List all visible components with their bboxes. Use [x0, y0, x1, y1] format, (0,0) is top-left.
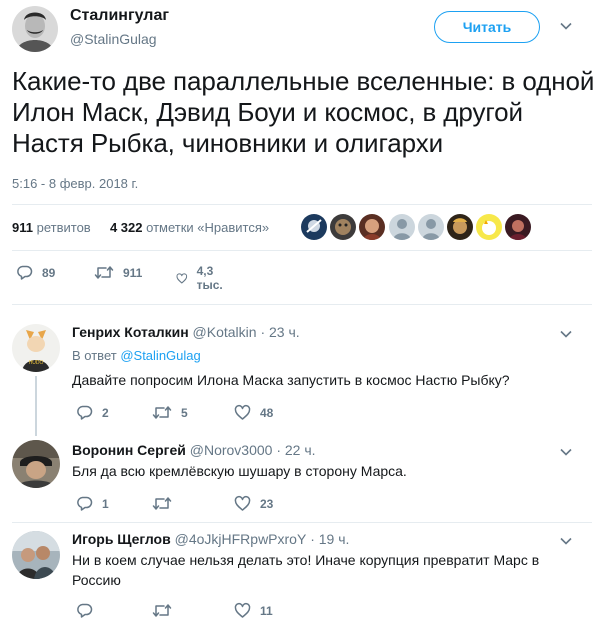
reply-text: Бля да всю кремлёвскую шушару в сторону … [72, 463, 407, 479]
liker-avatar[interactable] [505, 214, 531, 240]
like-count-action: 4,3 тыс. [196, 264, 223, 292]
chevron-down-icon[interactable] [559, 445, 573, 459]
reply-text-line: Ни в коем случае нельзя делать это! Инач… [72, 552, 540, 568]
reply-to-link[interactable]: @StalinGulag [120, 348, 200, 363]
retweet-icon [152, 497, 172, 510]
heart-icon [234, 602, 251, 618]
reply-author-handle[interactable]: @Norov3000 [190, 442, 273, 458]
liker-avatar[interactable] [301, 214, 327, 240]
reply-count: 2 [102, 405, 109, 420]
reply-button[interactable]: 2 [76, 404, 109, 421]
liker-avatar[interactable] [418, 214, 444, 240]
svg-text:HUDO: HUDO [29, 360, 44, 366]
tweet-timestamp[interactable]: 5:16 - 8 февр. 2018 г. [12, 176, 138, 191]
divider [12, 204, 592, 205]
reply-button[interactable] [76, 602, 102, 619]
reply-text: Давайте попросим Илона Маска запустить в… [72, 372, 510, 388]
retweet-icon [94, 266, 114, 279]
reply-author[interactable]: Игорь Щеглов @4oJkjHFRpwPxroY · 19 ч. [72, 531, 349, 547]
reply-icon [17, 265, 33, 280]
reply-author-handle[interactable]: @Kotalkin [193, 324, 257, 340]
like-label[interactable]: отметки «Нравится» [146, 220, 269, 235]
retweet-button[interactable]: 911 [94, 264, 142, 281]
like-button[interactable]: 11 [234, 602, 273, 619]
like-button[interactable]: 48 [234, 404, 273, 421]
reply-text-line: Россию [72, 572, 121, 588]
divider [12, 522, 592, 523]
reply-prefix: В ответ [72, 348, 117, 363]
retweet-count-action: 911 [123, 265, 143, 280]
reply-icon [77, 603, 93, 618]
reply-author-handle[interactable]: @4oJkjHFRpwPxroY [175, 531, 307, 547]
retweet-button[interactable] [152, 602, 181, 619]
reply-context: В ответ @StalinGulag [72, 348, 201, 363]
liker-avatar[interactable] [330, 214, 356, 240]
like-button[interactable]: 4,3 тыс. [176, 264, 228, 292]
retweet-icon [152, 604, 172, 617]
like-button[interactable]: 23 [234, 495, 273, 512]
retweet-button[interactable]: 5 [152, 404, 188, 421]
reply-time[interactable]: · 22 ч. [276, 442, 315, 458]
reply-time[interactable]: · 19 ч. [310, 531, 349, 547]
reply-avatar[interactable] [12, 440, 60, 488]
heart-icon [234, 404, 251, 420]
liker-avatar[interactable] [389, 214, 415, 240]
reply-avatar[interactable] [12, 531, 60, 579]
reply-icon [77, 496, 93, 511]
chevron-down-icon[interactable] [559, 19, 573, 33]
reply-author-name[interactable]: Воронин Сергей [72, 442, 186, 458]
reply-button[interactable]: 1 [76, 495, 109, 512]
reply-text: Ни в коем случае нельзя делать это! Инач… [72, 550, 582, 590]
author-handle[interactable]: @StalinGulag [70, 31, 157, 47]
thread-line [35, 376, 37, 436]
retweet-count[interactable]: 911 [12, 220, 33, 235]
reply-count: 89 [42, 265, 56, 280]
divider [12, 304, 592, 305]
reply-button[interactable]: 89 [16, 264, 55, 281]
like-count: 11 [260, 603, 273, 618]
reply-author[interactable]: Воронин Сергей @Norov3000 · 22 ч. [72, 442, 316, 458]
reply-author[interactable]: Генрих Коталкин @Kotalkin · 23 ч. [72, 324, 300, 340]
tweet-text: Какие-то две параллельные вселенные: в о… [12, 66, 595, 158]
reply-author-name[interactable]: Игорь Щеглов [72, 531, 171, 547]
heart-icon [176, 272, 188, 283]
retweet-count: 5 [181, 405, 188, 420]
liker-avatar[interactable] [359, 214, 385, 240]
reply-avatar[interactable]: HUDO [12, 324, 60, 372]
author-name[interactable]: Сталингулаг [70, 7, 169, 25]
chevron-down-icon[interactable] [559, 534, 573, 548]
retweet-icon [152, 406, 172, 419]
retweet-button[interactable] [152, 495, 181, 512]
follow-button[interactable]: Читать [434, 11, 540, 43]
liker-avatar[interactable] [447, 214, 473, 240]
reply-icon [77, 405, 93, 420]
chevron-down-icon[interactable] [559, 327, 573, 341]
like-count: 23 [260, 496, 274, 511]
tweet-stats: 911 ретвитов 4 322 отметки «Нравится» [12, 220, 269, 235]
like-count: 48 [260, 405, 274, 420]
retweet-label[interactable]: ретвитов [37, 220, 91, 235]
like-count[interactable]: 4 322 [110, 220, 143, 235]
heart-icon [234, 495, 251, 511]
liker-avatar[interactable] [476, 214, 502, 240]
reply-time[interactable]: · 23 ч. [260, 324, 299, 340]
divider [12, 250, 592, 251]
reply-count: 1 [102, 496, 109, 511]
author-avatar[interactable] [12, 6, 58, 52]
reply-author-name[interactable]: Генрих Коталкин [72, 324, 189, 340]
